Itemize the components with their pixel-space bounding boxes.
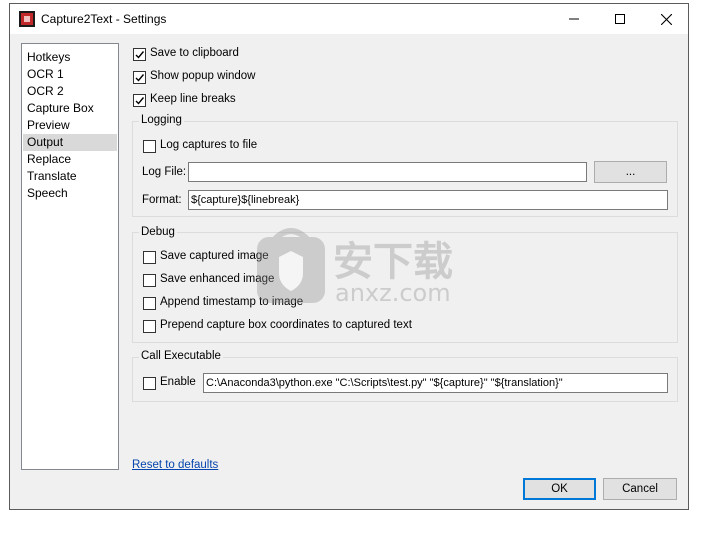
prepend-coordinates-label[interactable]: Prepend capture box coordinates to captu… [160,319,412,331]
settings-category-list[interactable]: Hotkeys OCR 1 OCR 2 Capture Box Preview … [21,43,119,470]
prepend-coordinates-checkbox[interactable] [143,320,156,333]
save-captured-image-checkbox[interactable] [143,251,156,264]
log-captures-label[interactable]: Log captures to file [160,139,257,151]
minimize-button[interactable] [551,4,597,34]
maximize-icon [615,14,625,24]
watermark-subtext: anxz.com [335,279,451,307]
enable-executable-label[interactable]: Enable [160,376,196,388]
sidebar-item-hotkeys[interactable]: Hotkeys [23,49,117,66]
append-timestamp-checkbox[interactable] [143,297,156,310]
checkmark-icon [135,97,145,105]
show-popup-window-label[interactable]: Show popup window [150,70,256,82]
format-input[interactable]: ${capture}${linebreak} [188,190,668,210]
capture2text-app-icon [19,11,35,27]
cancel-button[interactable]: Cancel [603,478,677,500]
reset-to-defaults-link[interactable]: Reset to defaults [132,459,218,471]
show-popup-window-checkbox[interactable] [133,71,146,84]
save-enhanced-image-checkbox[interactable] [143,274,156,287]
logging-group-title: Logging [139,114,184,126]
anxz-watermark: 安下载 anxz.com [255,223,470,313]
minimize-icon [569,18,579,20]
keep-line-breaks-label[interactable]: Keep line breaks [150,93,236,105]
log-file-input[interactable] [188,162,587,182]
close-button[interactable] [643,4,689,34]
debug-group-title: Debug [139,226,177,238]
sidebar-item-capture-box[interactable]: Capture Box [23,100,117,117]
log-file-label: Log File: [142,166,187,178]
keep-line-breaks-checkbox[interactable] [133,94,146,107]
sidebar-item-translate[interactable]: Translate [23,168,117,185]
save-captured-image-label[interactable]: Save captured image [160,250,269,262]
checkmark-icon [135,51,145,59]
sidebar-item-ocr-1[interactable]: OCR 1 [23,66,117,83]
save-to-clipboard-label[interactable]: Save to clipboard [150,47,239,59]
call-executable-group-title: Call Executable [139,350,223,362]
maximize-button[interactable] [597,4,643,34]
enable-executable-checkbox[interactable] [143,377,156,390]
executable-command-input[interactable]: C:\Anaconda3\python.exe "C:\Scripts\test… [203,373,668,393]
format-label: Format: [142,194,182,206]
ok-button[interactable]: OK [523,478,596,500]
save-to-clipboard-checkbox[interactable] [133,48,146,61]
title-bar[interactable]: Capture2Text - Settings [10,4,688,34]
log-captures-checkbox[interactable] [143,140,156,153]
close-icon [660,13,672,25]
window-title: Capture2Text - Settings [41,12,167,26]
sidebar-item-preview[interactable]: Preview [23,117,117,134]
browse-log-file-button[interactable]: ... [594,161,667,183]
checkmark-icon [135,74,145,82]
sidebar-item-ocr-2[interactable]: OCR 2 [23,83,117,100]
sidebar-item-speech[interactable]: Speech [23,185,117,202]
sidebar-item-output[interactable]: Output [23,134,117,151]
sidebar-item-replace[interactable]: Replace [23,151,117,168]
